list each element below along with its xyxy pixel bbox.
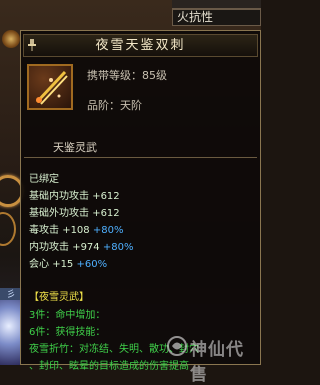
stat-label: 内功攻击 [29, 242, 69, 253]
stat-row: 内功攻击 +974 +80% [29, 239, 133, 256]
stats-list: 已绑定 基础内功攻击 +612 基础外功攻击 +612 毒攻击 +108 +80… [29, 171, 133, 273]
attribute-list-item-partial[interactable] [172, 0, 261, 9]
stat-value: +974 [72, 242, 100, 253]
item-tooltip: 夜雪天鉴双刺 携带等级：85级 品阶：天阶 天鉴灵武 已绑定 基础内功攻击 +6… [20, 30, 261, 372]
stat-bonus: +80% [92, 225, 124, 236]
attribute-list-item-label: 火抗性 [177, 10, 214, 24]
stat-label: 会心 [29, 259, 49, 270]
stat-row: 会心 +15 +60% [29, 256, 133, 273]
tooltip-header: 夜雪天鉴双刺 [23, 34, 258, 57]
item-grade: 品阶：天阶 [87, 99, 142, 112]
dagger-icon [35, 70, 68, 105]
item-category: 天鉴灵武 [53, 141, 97, 154]
watermark: 神仙代售 [166, 333, 261, 385]
watermark-logo-icon [167, 336, 187, 356]
watermark-text: 神仙代售 [190, 340, 244, 385]
attribute-list: 火抗性 [172, 0, 261, 32]
snow-effect-decoration [0, 300, 22, 365]
stat-row: 毒攻击 +108 +80% [29, 222, 133, 239]
stat-row: 基础内功攻击 +612 [29, 188, 133, 205]
set-title: 【夜雪灵武】 [29, 292, 89, 303]
item-title: 夜雪天鉴双刺 [95, 38, 186, 53]
stat-value: +15 [52, 259, 74, 270]
carry-level: 携带等级：85级 [87, 69, 167, 82]
stat-value: +108 [62, 225, 90, 236]
stat-bonus: +60% [76, 259, 108, 270]
stat-bonus: +80% [102, 242, 134, 253]
stat-value: +612 [92, 208, 120, 219]
stat-label: 基础内功攻击 [29, 191, 89, 202]
stat-label: 毒攻击 [29, 225, 59, 236]
item-icon [27, 64, 73, 110]
divider [24, 157, 257, 158]
bind-status: 已绑定 [29, 174, 59, 185]
stat-row: 基础外功攻击 +612 [29, 205, 133, 222]
set-bonus-line: 3件：命中增加： [29, 310, 106, 321]
stat-value: +612 [92, 191, 120, 202]
attribute-list-item-fire-resist[interactable]: 火抗性 [172, 9, 261, 26]
stat-label: 基础外功攻击 [29, 208, 89, 219]
ornament-icon [2, 30, 20, 48]
